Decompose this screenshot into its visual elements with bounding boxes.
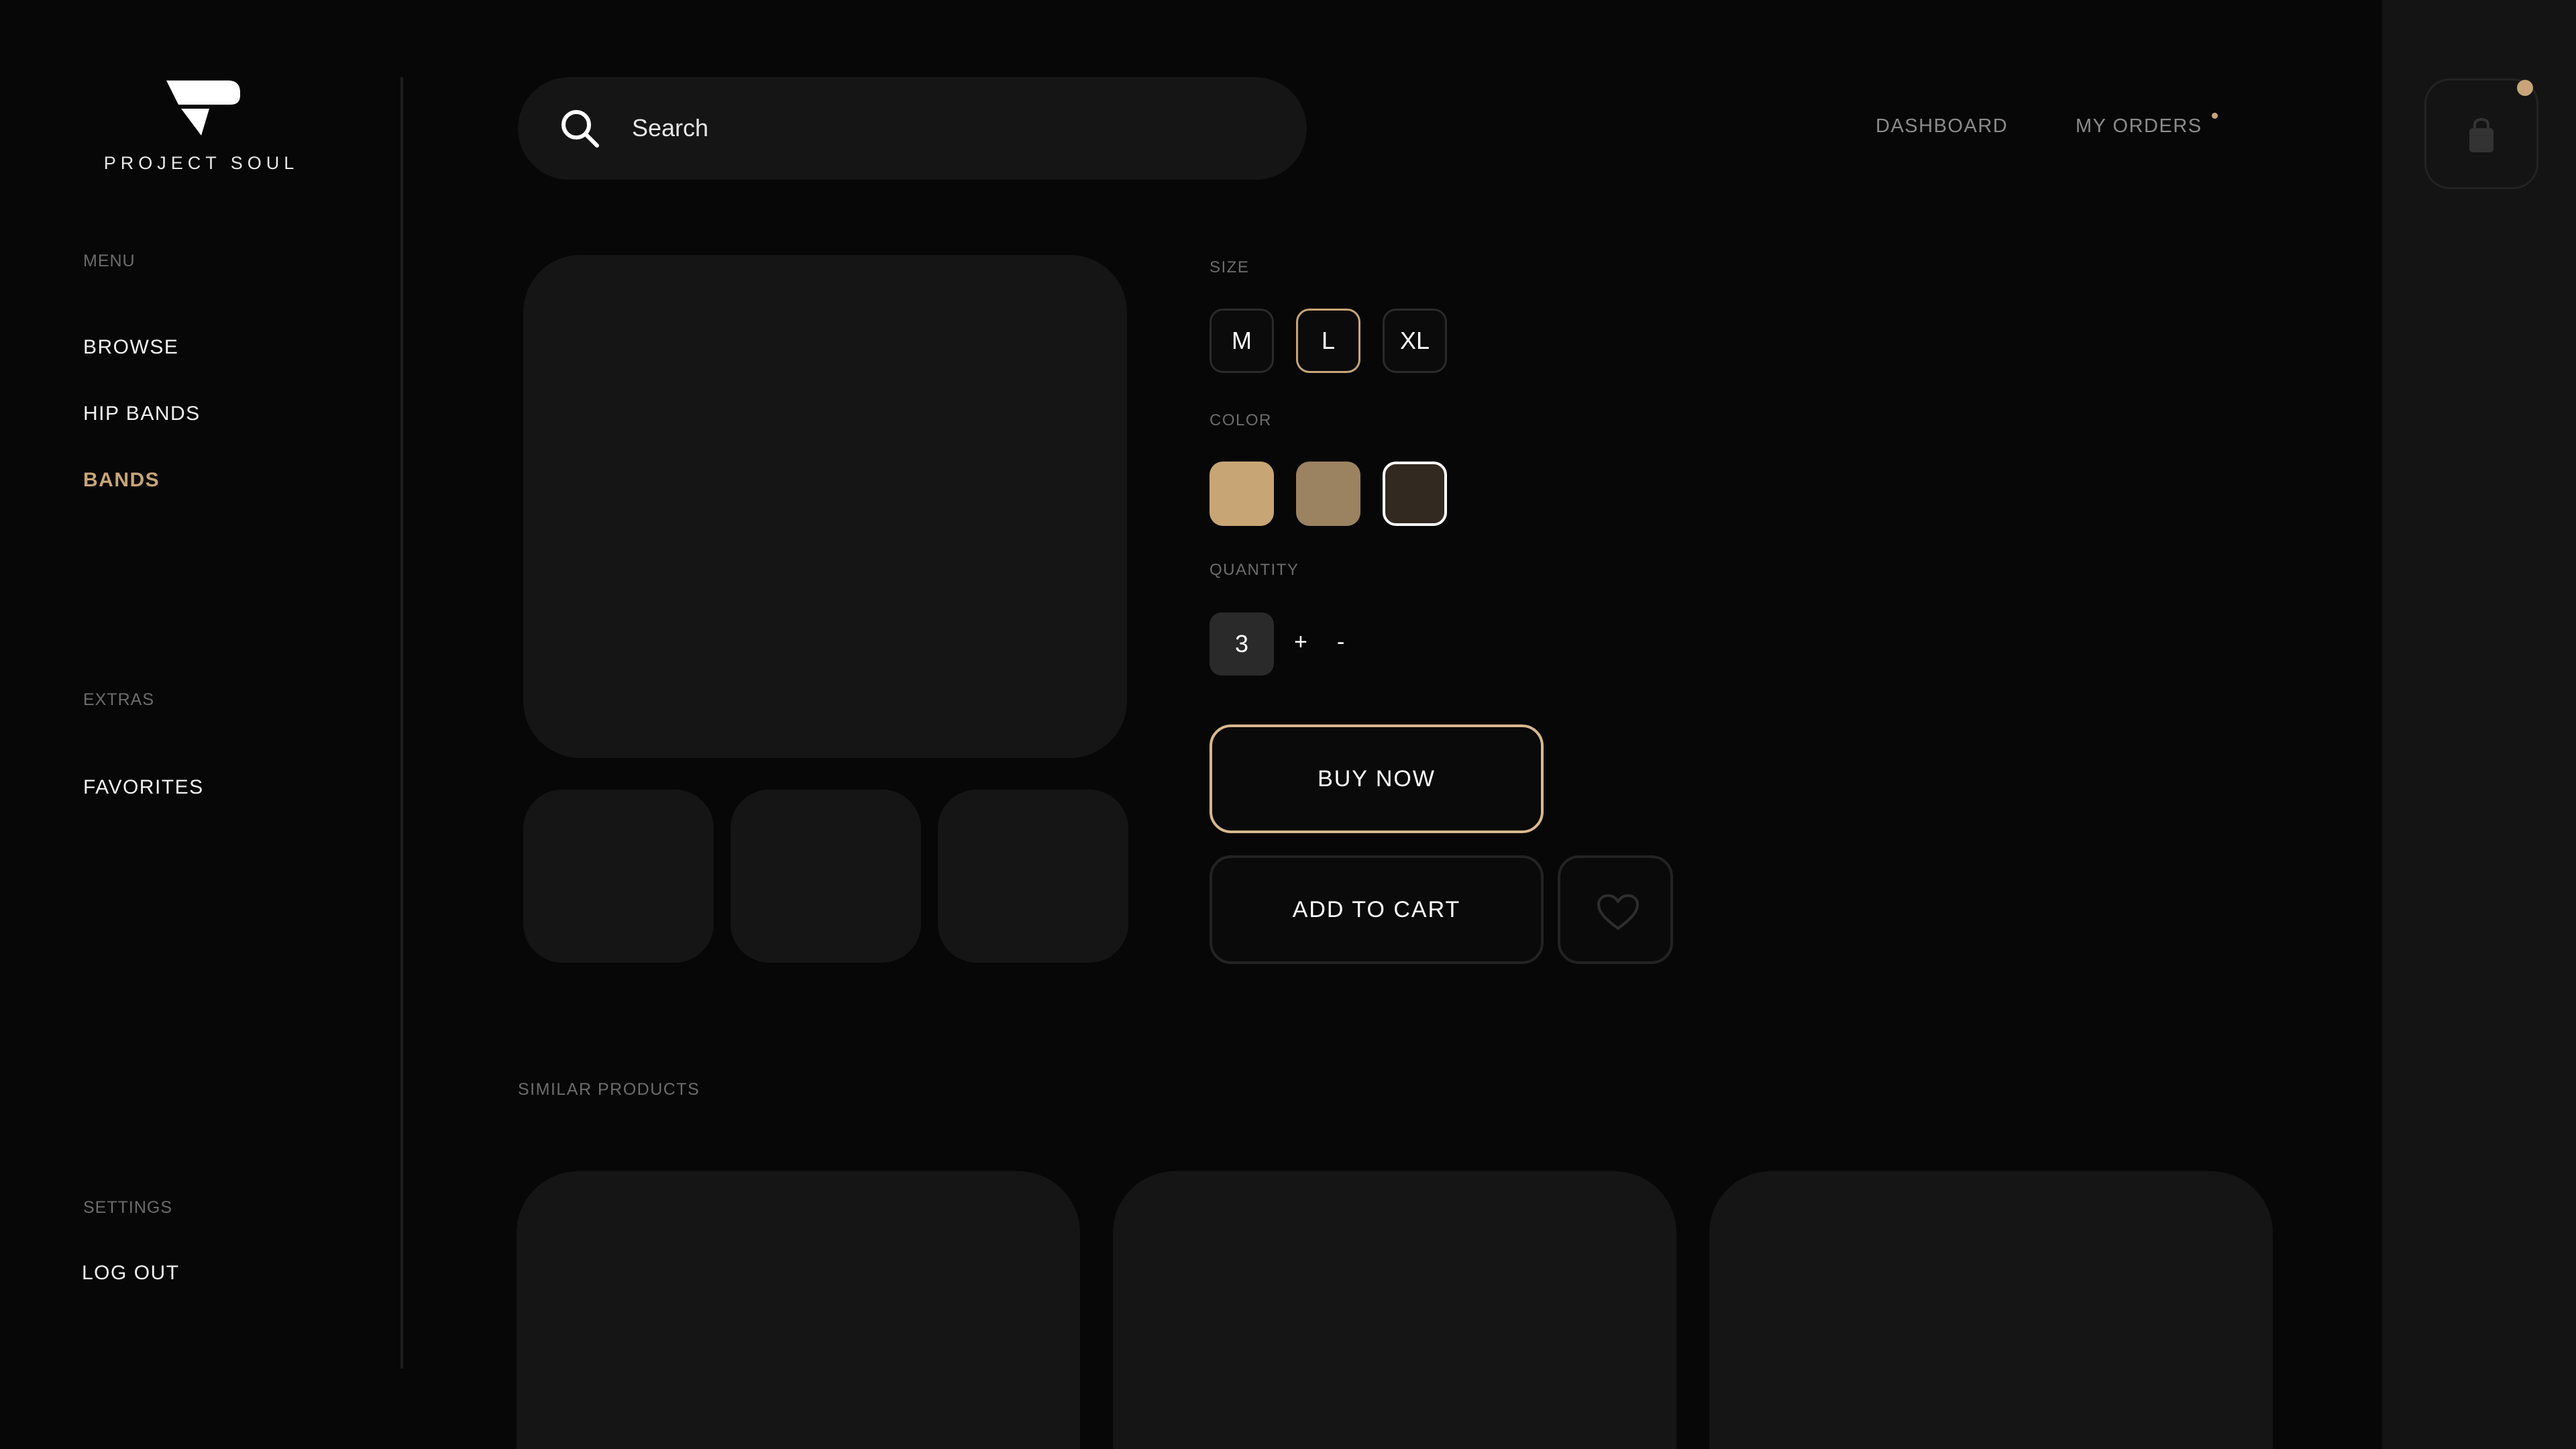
product-thumbnail[interactable]: [523, 790, 714, 963]
product-thumbnail[interactable]: [731, 790, 921, 963]
logo-icon: [166, 80, 240, 136]
buy-now-button[interactable]: BUY NOW: [1210, 724, 1544, 833]
search-bar[interactable]: [518, 77, 1307, 180]
size-label: SIZE: [1210, 258, 1250, 276]
brand-name: PROJECT SOUL: [103, 153, 299, 173]
sidebar-item-bands[interactable]: BANDS: [83, 469, 160, 492]
product-thumbnail[interactable]: [938, 790, 1128, 963]
extras-section-label: EXTRAS: [83, 690, 155, 709]
menu-section-label: MENU: [83, 252, 136, 270]
sidebar-item-favorites[interactable]: FAVORITES: [83, 776, 204, 799]
shopping-bag-icon: [2469, 117, 2493, 152]
nav-my-orders[interactable]: MY ORDERS: [2076, 115, 2202, 138]
color-swatch-dark-brown[interactable]: [1383, 462, 1447, 526]
brand-logo[interactable]: PROJECT SOUL: [101, 80, 302, 181]
similar-product-card[interactable]: [1113, 1171, 1676, 1449]
size-option-m[interactable]: M: [1210, 309, 1274, 373]
size-option-xl[interactable]: XL: [1383, 309, 1447, 373]
color-swatch-tan[interactable]: [1210, 462, 1274, 526]
sidebar-divider: [400, 77, 403, 1368]
color-swatch-khaki[interactable]: [1296, 462, 1360, 526]
quantity-increment-button[interactable]: +: [1294, 629, 1307, 655]
quantity-label: QUANTITY: [1210, 561, 1299, 579]
sidebar-item-hip-bands[interactable]: HIP BANDS: [83, 402, 201, 425]
settings-section-label: SETTINGS: [83, 1198, 173, 1217]
similar-products-label: SIMILAR PRODUCTS: [518, 1080, 700, 1099]
heart-icon: [1597, 894, 1639, 930]
quantity-decrement-button[interactable]: -: [1337, 629, 1344, 655]
nav-dashboard[interactable]: DASHBOARD: [1876, 115, 2008, 138]
similar-product-card[interactable]: [517, 1171, 1080, 1449]
sidebar: PROJECT SOUL MENU BROWSE HIP BANDS BANDS…: [0, 0, 402, 1449]
size-option-l[interactable]: L: [1296, 309, 1360, 373]
color-label: COLOR: [1210, 411, 1272, 429]
sidebar-item-browse[interactable]: BROWSE: [83, 336, 178, 359]
cart-panel: [2382, 0, 2576, 1449]
orders-notification-dot: [2212, 113, 2218, 119]
similar-product-card[interactable]: [1709, 1171, 2273, 1449]
cart-notification-dot: [2517, 80, 2533, 96]
add-to-cart-button[interactable]: ADD TO CART: [1210, 855, 1544, 964]
search-input[interactable]: [632, 104, 1236, 152]
favorite-button[interactable]: [1558, 855, 1673, 964]
quantity-value[interactable]: 3: [1210, 612, 1274, 676]
product-main-image: [523, 255, 1127, 758]
logout-button[interactable]: LOG OUT: [82, 1262, 180, 1285]
search-icon: [561, 110, 599, 148]
